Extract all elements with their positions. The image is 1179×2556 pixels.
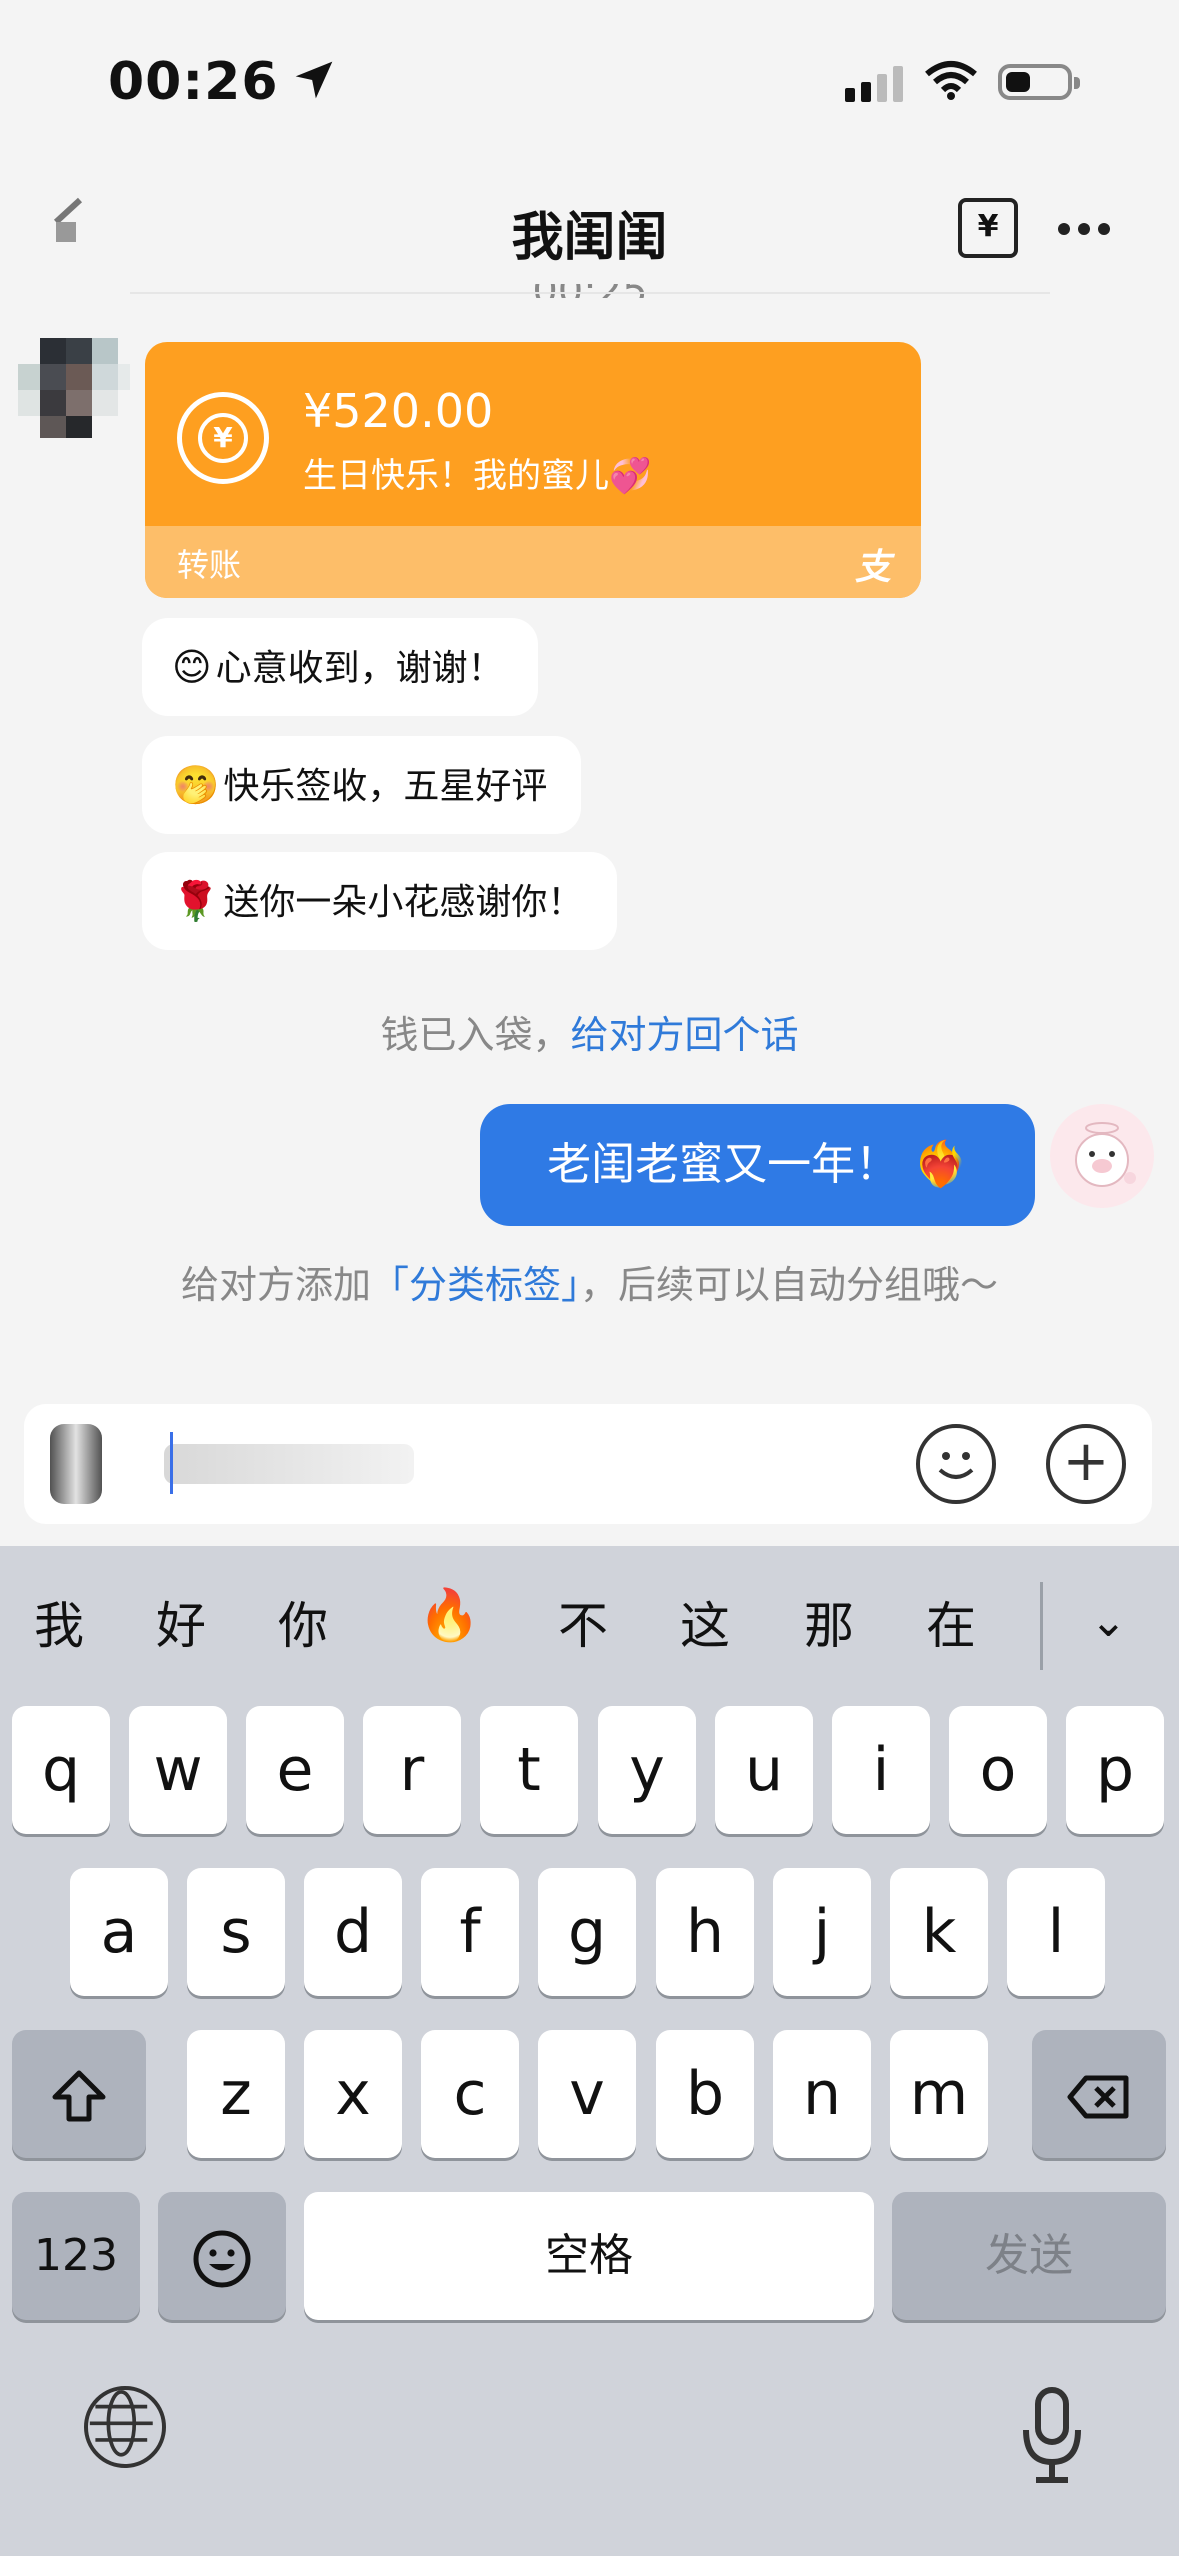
key-p[interactable]: p	[1066, 1706, 1164, 1834]
candidate-word[interactable]: 好	[156, 1586, 206, 1658]
key-g[interactable]: g	[538, 1868, 636, 1996]
emoji-button[interactable]	[916, 1424, 996, 1504]
status-time: 00:26	[108, 52, 279, 112]
tag-hint: 给对方添加「分类标签」，后续可以自动分组哦～	[0, 1254, 1179, 1309]
quick-reply-3[interactable]: 🌹 送你一朵小花感谢你！	[142, 852, 618, 950]
emoji-face-icon	[193, 2230, 251, 2288]
receipt-notice: 钱已入袋，给对方回个话	[0, 1004, 1179, 1059]
microphone-icon[interactable]	[1020, 2386, 1084, 2486]
key-t[interactable]: t	[480, 1706, 578, 1834]
key-s[interactable]: s	[187, 1868, 285, 1996]
transfer-card[interactable]: ¥ ¥520.00 生日快乐！我的蜜儿💞 转账 支	[145, 342, 921, 598]
space-key[interactable]: 空格	[304, 2192, 874, 2320]
key-j[interactable]: j	[773, 1868, 871, 1996]
candidate-word[interactable]: 你	[278, 1586, 328, 1658]
cellular-signal-icon	[845, 62, 909, 102]
quick-reply-text: 送你一朵小花感谢你！	[223, 882, 584, 923]
send-key[interactable]: 发送	[892, 2192, 1166, 2320]
timestamp: 00:25	[500, 284, 680, 298]
key-z[interactable]: z	[187, 2030, 285, 2158]
key-v[interactable]: v	[538, 2030, 636, 2158]
quick-reply-text: 心意收到，谢谢！	[215, 648, 504, 689]
key-c[interactable]: c	[421, 2030, 519, 2158]
key-a[interactable]: a	[70, 1868, 168, 1996]
key-o[interactable]: o	[949, 1706, 1047, 1834]
quick-reply-1[interactable]: 😊 心意收到，谢谢！	[142, 618, 538, 716]
candidate-word[interactable]: 在	[926, 1586, 976, 1658]
header-divider	[130, 292, 1050, 294]
candidate-divider	[1040, 1582, 1043, 1670]
hint-prefix: 给对方添加	[180, 1263, 371, 1307]
message-input[interactable]	[164, 1444, 414, 1484]
chevron-down-icon[interactable]: ⌄	[1090, 1596, 1127, 1647]
contact-avatar[interactable]	[18, 338, 130, 438]
text-caret	[170, 1432, 173, 1494]
backspace-icon	[1067, 2075, 1129, 2119]
key-b[interactable]: b	[656, 2030, 754, 2158]
smile-emoji-icon: 😊	[172, 645, 212, 689]
location-arrow-icon	[295, 61, 333, 99]
transfer-money-icon[interactable]: ¥	[958, 198, 1018, 258]
key-w[interactable]: w	[129, 1706, 227, 1834]
numbers-key[interactable]: 123	[12, 2192, 140, 2320]
delete-key[interactable]	[1032, 2030, 1166, 2158]
reply-link[interactable]: 给对方回个话	[571, 1013, 799, 1057]
key-x[interactable]: x	[304, 2030, 402, 2158]
key-d[interactable]: d	[304, 1868, 402, 1996]
transfer-coin-icon: ¥	[177, 392, 269, 484]
quick-reply-2[interactable]: 🤭 快乐签收，五星好评	[142, 736, 582, 834]
key-q[interactable]: q	[12, 1706, 110, 1834]
transfer-amount: ¥520.00	[303, 384, 494, 438]
pig-avatar-icon	[1075, 1122, 1136, 1187]
key-r[interactable]: r	[363, 1706, 461, 1834]
more-options-icon[interactable]	[1058, 220, 1118, 239]
voice-toggle-icon[interactable]	[50, 1424, 102, 1504]
add-attachment-button[interactable]: +	[1046, 1424, 1126, 1504]
transfer-type-label: 转账	[177, 546, 242, 584]
globe-icon[interactable]	[84, 2386, 166, 2468]
alipay-logo-icon: 支	[854, 547, 891, 588]
category-tag-link[interactable]: 「分类标签」	[371, 1263, 580, 1307]
quick-reply-text: 快乐签收，五星好评	[223, 766, 548, 807]
shift-arrow-icon	[52, 2070, 106, 2122]
message-input-bar: +	[24, 1404, 1152, 1524]
wifi-icon	[925, 61, 977, 100]
notice-text: 钱已入袋，	[380, 1013, 571, 1057]
key-n[interactable]: n	[773, 2030, 871, 2158]
rose-emoji-icon: 🌹	[172, 879, 220, 923]
key-i[interactable]: i	[832, 1706, 930, 1834]
transfer-memo: 生日快乐！我的蜜儿💞	[303, 456, 652, 496]
key-f[interactable]: f	[421, 1868, 519, 1996]
candidate-fire-emoji[interactable]: 🔥	[418, 1586, 480, 1645]
emoji-key[interactable]	[158, 2192, 286, 2320]
battery-icon	[998, 64, 1080, 100]
candidate-word[interactable]: 不	[558, 1586, 608, 1658]
key-m[interactable]: m	[890, 2030, 988, 2158]
key-e[interactable]: e	[246, 1706, 344, 1834]
sent-message-bubble[interactable]: 老闺老蜜又一年！ ❤️‍🔥	[480, 1104, 1035, 1226]
key-l[interactable]: l	[1007, 1868, 1105, 1996]
hint-suffix: ，后续可以自动分组哦～	[580, 1263, 999, 1307]
candidate-word[interactable]: 我	[34, 1586, 84, 1658]
key-k[interactable]: k	[890, 1868, 988, 1996]
key-u[interactable]: u	[715, 1706, 813, 1834]
shift-key[interactable]	[12, 2030, 146, 2158]
my-avatar[interactable]	[1050, 1104, 1154, 1208]
transfer-card-footer: 转账 支	[145, 526, 921, 598]
key-h[interactable]: h	[656, 1868, 754, 1996]
candidate-word[interactable]: 那	[804, 1586, 854, 1658]
candidate-word[interactable]: 这	[680, 1586, 730, 1658]
giggle-emoji-icon: 🤭	[172, 763, 220, 807]
key-y[interactable]: y	[598, 1706, 696, 1834]
smiley-icon	[938, 1452, 974, 1479]
